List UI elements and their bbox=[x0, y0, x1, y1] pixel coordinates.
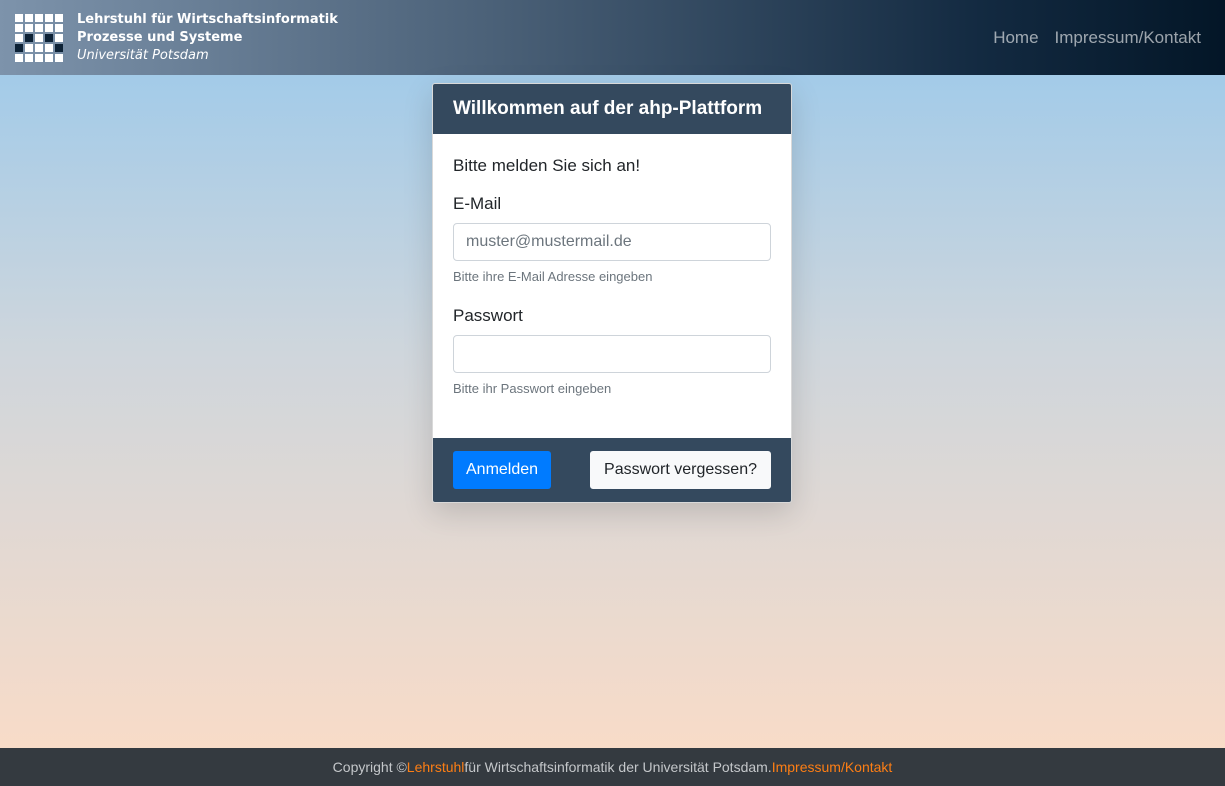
brand[interactable]: Lehrstuhl für Wirtschaftsinformatik Proz… bbox=[15, 11, 338, 65]
login-form: Bitte melden Sie sich an! E-Mail Bitte i… bbox=[433, 134, 791, 396]
card-footer: Anmelden Passwort vergessen? bbox=[433, 438, 791, 502]
nav-home-link[interactable]: Home bbox=[993, 28, 1038, 48]
email-field[interactable] bbox=[453, 223, 771, 261]
forgot-password-button[interactable]: Passwort vergessen? bbox=[590, 451, 771, 489]
password-field[interactable] bbox=[453, 335, 771, 373]
page-footer: Copyright © Lehrstuhl für Wirtschaftsinf… bbox=[0, 748, 1225, 786]
brand-line-university: Universität Potsdam bbox=[77, 47, 209, 63]
brand-line-subtitle: Prozesse und Systeme bbox=[77, 29, 243, 45]
login-intro-text: Bitte melden Sie sich an! bbox=[453, 156, 641, 175]
footer-copyright-text: für Wirtschaftsinformatik der Universitä… bbox=[464, 759, 772, 775]
password-help-text: Bitte ihr Passwort eingeben bbox=[453, 381, 612, 396]
brand-line-chair: Lehrstuhl für Wirtschaftsinformatik bbox=[77, 11, 338, 27]
chair-logo-grid-icon bbox=[15, 13, 63, 62]
login-button[interactable]: Anmelden bbox=[453, 451, 552, 489]
nav-impressum-link[interactable]: Impressum/Kontakt bbox=[1055, 28, 1201, 48]
brand-text: Lehrstuhl für Wirtschaftsinformatik Proz… bbox=[77, 11, 338, 65]
footer-lehrstuhl-link[interactable]: Lehrstuhl bbox=[407, 759, 465, 775]
main-nav: Home Impressum/Kontakt bbox=[977, 28, 1201, 48]
email-help-text: Bitte ihre E-Mail Adresse eingeben bbox=[453, 269, 653, 284]
footer-copyright-prefix: Copyright © bbox=[332, 759, 407, 775]
card-title: Willkommen auf der ahp-Plattform bbox=[433, 84, 791, 134]
login-card: Willkommen auf der ahp-Plattform Bitte m… bbox=[432, 83, 792, 503]
footer-impressum-link[interactable]: Impressum/Kontakt bbox=[772, 759, 893, 775]
email-label: E-Mail bbox=[453, 194, 502, 213]
top-navbar: Lehrstuhl für Wirtschaftsinformatik Proz… bbox=[0, 0, 1225, 75]
password-label: Passwort bbox=[453, 306, 523, 325]
